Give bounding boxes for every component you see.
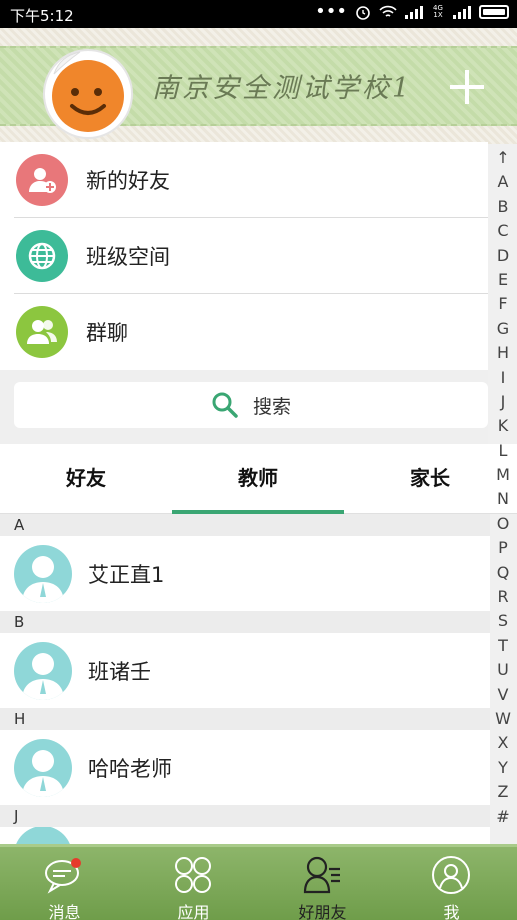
apps-grid-icon bbox=[175, 857, 211, 893]
index-letter[interactable]: Q bbox=[492, 561, 514, 585]
index-letter[interactable]: A bbox=[492, 170, 514, 194]
section-header: H bbox=[0, 708, 490, 730]
profile-icon bbox=[432, 856, 470, 894]
index-letter[interactable]: ↑ bbox=[492, 146, 514, 170]
network-type: 4G 1X bbox=[433, 4, 443, 19]
alarm-icon bbox=[356, 6, 370, 20]
index-letter[interactable]: W bbox=[492, 707, 514, 731]
index-letter[interactable]: H bbox=[492, 341, 514, 365]
search-icon bbox=[212, 392, 238, 418]
menu-item-group-chat[interactable]: 群聊 bbox=[0, 294, 488, 370]
index-letter[interactable]: D bbox=[492, 244, 514, 268]
tab-bar: 好友 教师 家长 bbox=[0, 444, 517, 514]
index-letter[interactable]: G bbox=[492, 317, 514, 341]
section-header: J bbox=[0, 805, 490, 827]
menu-item-class-space[interactable]: 班级空间 bbox=[0, 218, 488, 294]
index-letter[interactable]: E bbox=[492, 268, 514, 292]
index-letter[interactable]: I bbox=[492, 366, 514, 390]
index-letter[interactable]: F bbox=[492, 292, 514, 316]
menu-label: 班级空间 bbox=[86, 245, 170, 269]
school-logo[interactable] bbox=[40, 44, 136, 144]
tab-friends[interactable]: 好友 bbox=[0, 444, 172, 514]
battery-icon bbox=[479, 5, 509, 19]
globe-icon bbox=[16, 230, 68, 282]
tab-label: 家长 bbox=[410, 466, 450, 490]
more-dots-icon: ••• bbox=[315, 1, 347, 22]
avatar bbox=[14, 738, 72, 797]
wifi-icon bbox=[379, 5, 397, 17]
index-letter[interactable]: O bbox=[492, 512, 514, 536]
search-button[interactable]: 搜索 bbox=[14, 382, 488, 428]
contacts-icon bbox=[303, 856, 340, 894]
avatar bbox=[14, 544, 72, 603]
index-letter[interactable]: # bbox=[492, 805, 514, 829]
index-letter[interactable]: N bbox=[492, 487, 514, 511]
contact-name: 班诸壬 bbox=[88, 659, 151, 684]
school-name: 南京安全测试学校1 bbox=[152, 73, 413, 104]
section-header: B bbox=[0, 611, 490, 633]
section-header: A bbox=[0, 514, 490, 536]
header: 南京安全测试学校1 bbox=[0, 28, 517, 144]
index-letter[interactable]: P bbox=[492, 536, 514, 560]
nav-friends[interactable]: 好朋友 bbox=[258, 847, 387, 920]
index-letter[interactable]: B bbox=[492, 195, 514, 219]
nav-label: 好朋友 bbox=[298, 903, 347, 920]
index-letter[interactable]: C bbox=[492, 219, 514, 243]
status-bar: 下午5:12 ••• 4G 1X bbox=[0, 0, 517, 28]
nav-apps[interactable]: 应用 bbox=[129, 847, 258, 920]
tab-label: 教师 bbox=[238, 466, 278, 490]
tab-teachers[interactable]: 教师 bbox=[172, 444, 344, 514]
index-letter[interactable]: Y bbox=[492, 756, 514, 780]
index-letter[interactable]: Z bbox=[492, 780, 514, 804]
menu-list: 新的好友 班级空间 群聊 bbox=[0, 142, 488, 370]
index-letter[interactable]: S bbox=[492, 609, 514, 633]
index-letter[interactable]: R bbox=[492, 585, 514, 609]
status-icons: ••• 4G 1X bbox=[315, 1, 509, 22]
list-item[interactable]: 艾正直1 bbox=[0, 536, 490, 611]
index-letter[interactable]: X bbox=[492, 731, 514, 755]
contact-list: A 艾正直1 B 班诸壬 H 哈哈老师 J bbox=[0, 514, 490, 847]
chat-bubble-icon bbox=[45, 858, 81, 894]
search-label: 搜索 bbox=[252, 395, 291, 418]
tab-parents[interactable]: 家长 bbox=[344, 444, 516, 514]
group-icon bbox=[16, 306, 68, 358]
nav-label: 我 bbox=[443, 903, 460, 920]
avatar bbox=[14, 641, 72, 700]
contact-name: 艾正直1 bbox=[88, 562, 165, 587]
list-item[interactable]: 班诸壬 bbox=[0, 633, 490, 708]
search-area: 搜索 bbox=[0, 370, 488, 444]
add-user-icon bbox=[16, 154, 68, 206]
contact-name: 哈哈老师 bbox=[88, 756, 172, 781]
nav-me[interactable]: 我 bbox=[387, 847, 516, 920]
index-letter[interactable]: K bbox=[492, 414, 514, 438]
index-letter[interactable]: T bbox=[492, 634, 514, 658]
menu-label: 群聊 bbox=[86, 321, 128, 345]
index-letter[interactable]: U bbox=[492, 658, 514, 682]
menu-label: 新的好友 bbox=[86, 169, 170, 193]
alphabet-index[interactable]: ↑ A B C D E F G H I J K L M N O P Q R S T U V W X Y Z # bbox=[492, 146, 514, 829]
list-item[interactable]: 哈哈老师 bbox=[0, 730, 490, 805]
index-letter[interactable]: J bbox=[492, 390, 514, 414]
signal-icon bbox=[405, 5, 423, 19]
signal-icon-2 bbox=[453, 5, 471, 19]
nav-label: 应用 bbox=[177, 903, 210, 920]
nav-label: 消息 bbox=[48, 903, 81, 920]
status-time: 下午5:12 bbox=[10, 7, 74, 25]
index-letter[interactable]: V bbox=[492, 683, 514, 707]
bottom-nav: 消息 应用 好朋友 我 bbox=[0, 844, 517, 920]
menu-item-new-friends[interactable]: 新的好友 bbox=[0, 142, 488, 218]
tab-label: 好友 bbox=[66, 466, 106, 490]
index-letter[interactable]: L bbox=[492, 439, 514, 463]
index-letter[interactable]: M bbox=[492, 463, 514, 487]
add-button[interactable] bbox=[448, 68, 486, 106]
nav-messages[interactable]: 消息 bbox=[0, 847, 129, 920]
